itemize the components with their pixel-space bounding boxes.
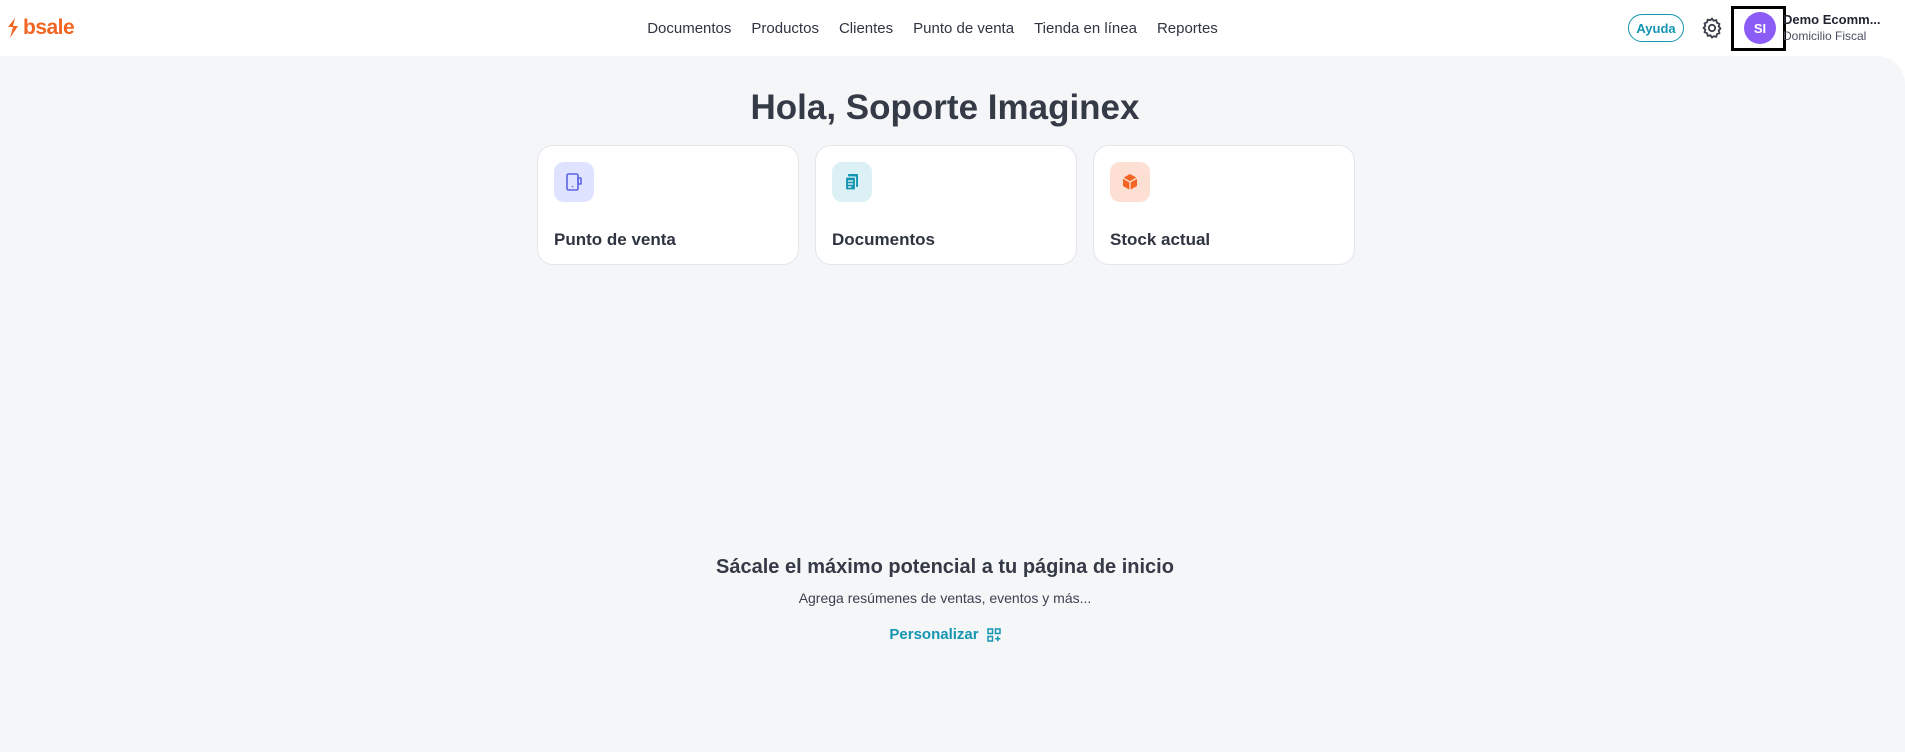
nav-item-punto-de-venta[interactable]: Punto de venta bbox=[903, 20, 1024, 37]
promo-title: Sácale el máximo potencial a tu página d… bbox=[716, 556, 1174, 578]
help-button[interactable]: Ayuda bbox=[1628, 14, 1684, 42]
card-label: Documentos bbox=[832, 230, 935, 249]
account-name: Demo Ecomm... bbox=[1783, 12, 1881, 27]
grid-add-icon bbox=[986, 627, 1001, 642]
top-bar: bsale Documentos Productos Clientes Punt… bbox=[0, 0, 1905, 56]
document-icon bbox=[832, 162, 872, 202]
nav-item-reportes[interactable]: Reportes bbox=[1147, 20, 1228, 37]
brand-name: bsale bbox=[23, 16, 75, 39]
avatar[interactable]: SI bbox=[1744, 12, 1776, 44]
box-icon bbox=[1110, 162, 1150, 202]
shortcut-card-punto-de-venta[interactable]: Punto de venta bbox=[537, 145, 799, 265]
promo-subtitle: Agrega resúmenes de ventas, eventos y má… bbox=[798, 590, 1092, 606]
shortcut-card-documentos[interactable]: Documentos bbox=[815, 145, 1077, 265]
main-content: Hola, Soporte Imaginex Punto de venta Do… bbox=[0, 56, 1905, 752]
bsale-logo[interactable]: bsale bbox=[6, 16, 75, 40]
page-title: Hola, Soporte Imaginex bbox=[750, 88, 1140, 127]
main-nav: Documentos Productos Clientes Punto de v… bbox=[0, 0, 1905, 56]
shortcut-card-stock-actual[interactable]: Stock actual bbox=[1093, 145, 1355, 265]
pos-terminal-icon bbox=[554, 162, 594, 202]
account-subtitle: Domicilio Fiscal bbox=[1783, 29, 1867, 43]
nav-item-documentos[interactable]: Documentos bbox=[637, 20, 741, 37]
personalize-label: Personalizar bbox=[889, 626, 979, 643]
nav-item-productos[interactable]: Productos bbox=[741, 20, 829, 37]
card-label: Punto de venta bbox=[554, 230, 676, 249]
personalize-button[interactable]: Personalizar bbox=[889, 626, 1001, 643]
nav-item-tienda-en-linea[interactable]: Tienda en línea bbox=[1024, 20, 1147, 37]
nav-item-clientes[interactable]: Clientes bbox=[829, 20, 903, 37]
card-label: Stock actual bbox=[1110, 230, 1211, 249]
bsale-logo-icon bbox=[8, 18, 18, 38]
account-switcher[interactable]: Demo Ecomm... Domicilio Fiscal bbox=[1783, 12, 1893, 43]
gear-icon[interactable] bbox=[1700, 16, 1724, 40]
